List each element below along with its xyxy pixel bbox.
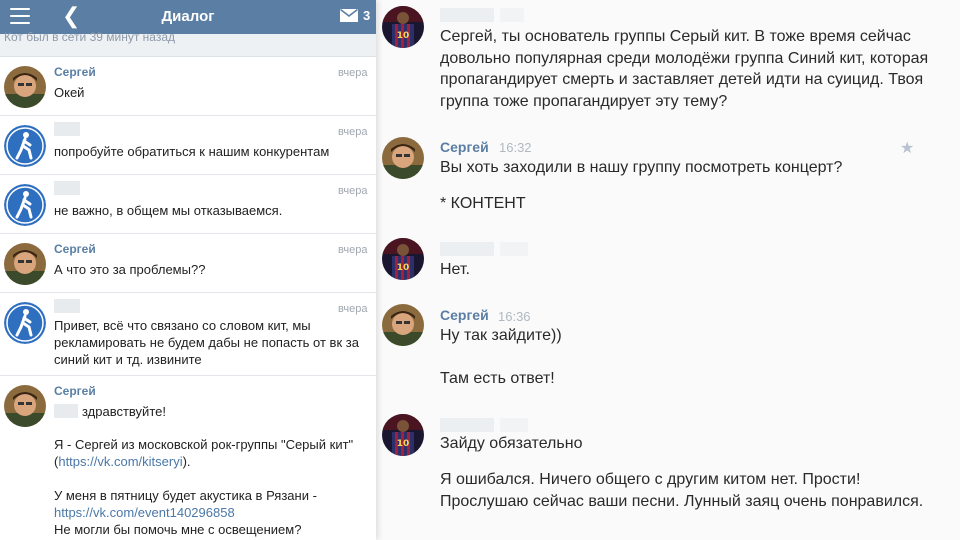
message-paragraph: Я - Сергей из московской рок-группы "Сер…: [54, 436, 366, 470]
avatar[interactable]: [4, 243, 46, 285]
list-item[interactable]: Сергей вчера А что это за проблемы??: [0, 234, 376, 293]
avatar[interactable]: 10: [382, 238, 424, 280]
sender-name[interactable]: Сергей: [54, 65, 96, 79]
message-text: попробуйте обратиться к нашим конкурента…: [54, 144, 330, 159]
message-text: Там есть ответ!: [440, 370, 555, 387]
message-time: вчера: [338, 67, 368, 79]
avatar[interactable]: [4, 66, 46, 108]
avatar[interactable]: 10: [382, 414, 424, 456]
envelope-icon[interactable]: [340, 9, 358, 22]
star-icon[interactable]: ★: [900, 138, 914, 158]
message-text: А что это за проблемы??: [54, 262, 206, 277]
sender-name[interactable]: Сергей: [440, 307, 489, 323]
message-text: Ну так зайдите)): [440, 327, 562, 344]
last-seen-text: Кот был в сети 39 минут назад: [4, 30, 176, 44]
sender-name[interactable]: Сергей: [54, 242, 96, 256]
svg-text:10: 10: [397, 439, 410, 449]
right-dialog-panel: 10 Сергей, ты основатель группы Серый ки…: [376, 0, 960, 540]
message-text: Окей: [54, 85, 85, 100]
message-time: 16:36: [498, 309, 531, 324]
group-link[interactable]: https://vk.com/kitseryi: [58, 454, 182, 469]
hidden-name: [54, 299, 80, 313]
message-text: ).: [182, 454, 191, 469]
message-time: вчера: [338, 126, 368, 138]
message-time: вчера: [338, 303, 368, 315]
message-text: не важно, в общем мы отказываемся.: [54, 203, 283, 218]
message-text: Привет, всё что связано со словом кит, м…: [54, 318, 359, 367]
list-item[interactable]: вчера Привет, всё что связано со словом …: [0, 293, 376, 376]
last-seen-status: Кот был в сети 39 минут назад: [0, 30, 376, 57]
svg-text:10: 10: [397, 263, 410, 273]
page-title: Диалог: [161, 8, 215, 25]
message-time: 16:32: [499, 140, 532, 155]
list-item[interactable]: Сергей вчера Окей: [0, 57, 376, 116]
message-text: Сергей, ты основатель группы Серый кит. …: [440, 28, 929, 110]
avatar[interactable]: [4, 125, 46, 167]
message-text: Не могли бы помочь мне с освещением?: [54, 522, 302, 537]
avatar[interactable]: [4, 385, 46, 427]
event-link[interactable]: https://vk.com/event140296858: [54, 505, 235, 520]
avatar[interactable]: [4, 184, 46, 226]
message-text: У меня в пятницу будет акустика в Рязани…: [54, 488, 317, 503]
avatar[interactable]: [4, 302, 46, 344]
sender-name[interactable]: Сергей: [54, 384, 96, 398]
hidden-name: [54, 404, 78, 418]
hidden-time: [500, 242, 528, 256]
hidden-name: [440, 8, 494, 22]
message-greeting: здравствуйте!: [82, 404, 166, 419]
hidden-time: [500, 8, 524, 22]
sender-name[interactable]: Сергей: [440, 139, 489, 155]
hidden-time: [500, 418, 528, 432]
message-text: Я ошибался. Ничего общего с другим китом…: [440, 471, 924, 510]
message-paragraph: У меня в пятницу будет акустика в Рязани…: [54, 487, 366, 538]
svg-text:10: 10: [397, 31, 410, 41]
message-text: * КОНТЕНТ: [440, 195, 526, 212]
avatar[interactable]: [382, 137, 424, 179]
hidden-name: [54, 181, 80, 195]
list-item[interactable]: вчера не важно, в общем мы отказываемся.: [0, 175, 376, 234]
top-bar: ❮ Диалог 3: [0, 0, 376, 34]
avatar[interactable]: [382, 304, 424, 346]
avatar[interactable]: 10: [382, 6, 424, 48]
message-time: вчера: [338, 185, 368, 197]
unread-count-badge: 3: [363, 8, 371, 23]
hidden-name: [54, 122, 80, 136]
hidden-name: [440, 418, 494, 432]
message-text: Зайду обязательно: [440, 435, 583, 452]
list-item[interactable]: Сергей здравствуйте! Я - Сергей из моско…: [0, 376, 376, 540]
left-dialog-panel: ❮ Диалог 3 Кот был в сети 39 минут назад…: [0, 0, 376, 540]
list-item[interactable]: вчера попробуйте обратиться к нашим конк…: [0, 116, 376, 175]
message-text: Нет.: [440, 261, 470, 278]
message-text: Вы хоть заходили в нашу группу посмотрет…: [440, 159, 843, 176]
message-time: вчера: [338, 244, 368, 256]
hidden-name: [440, 242, 494, 256]
